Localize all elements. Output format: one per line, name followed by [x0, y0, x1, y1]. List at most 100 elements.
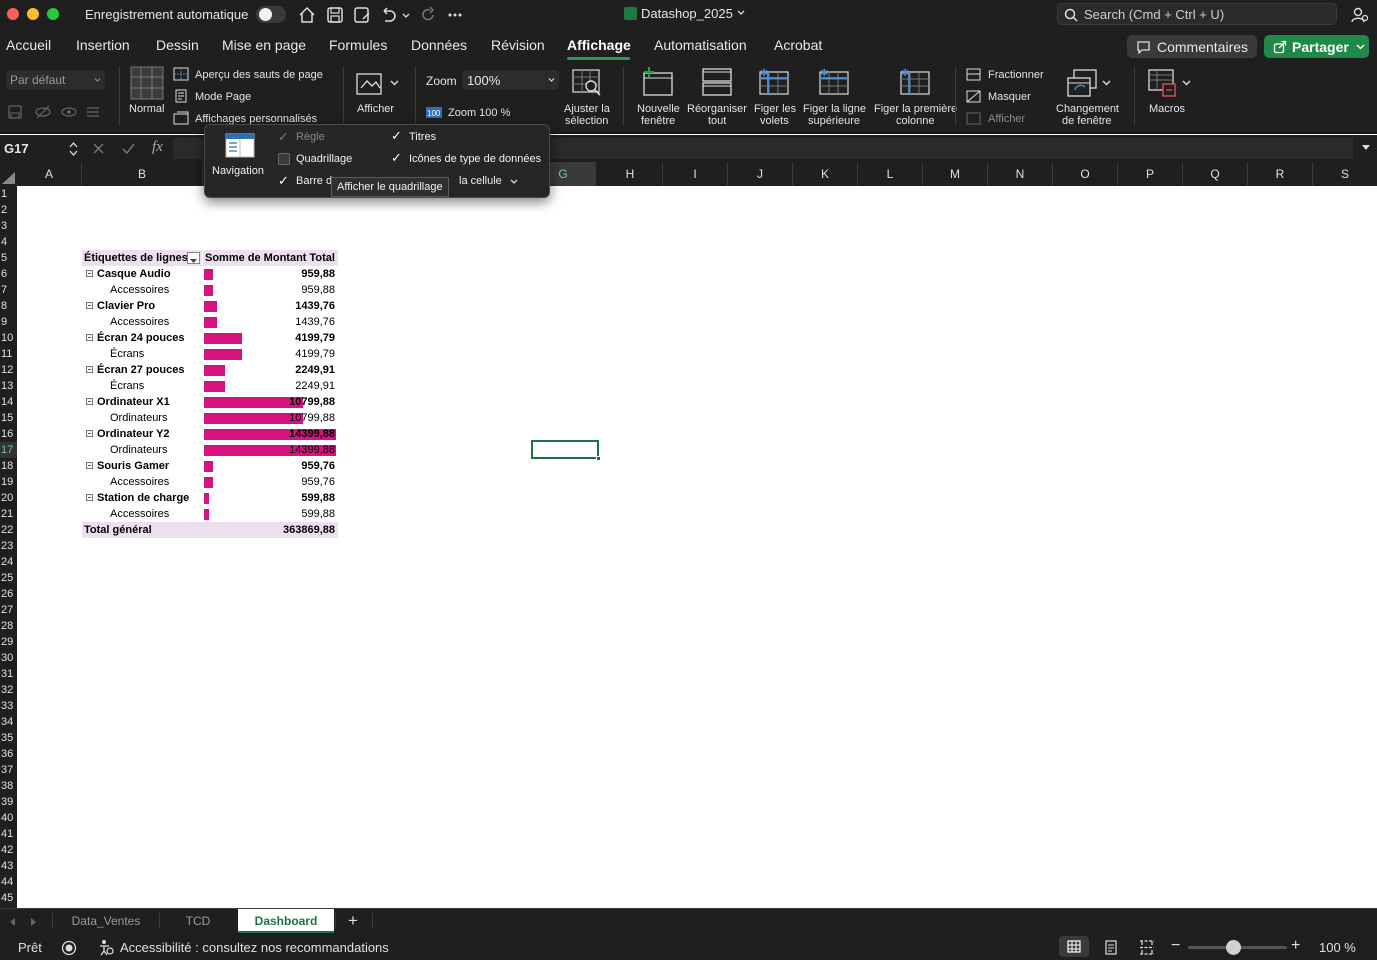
data-type-icons-checkbox[interactable]: ✓ — [391, 151, 403, 164]
freeze-first-column-label[interactable]: Figer la première — [874, 103, 957, 115]
row-header-45[interactable]: 45 — [0, 890, 17, 906]
arrange-all-label-2[interactable]: tout — [708, 115, 726, 127]
pivot-group-label[interactable]: Souris Gamer — [97, 458, 169, 474]
row-header-4[interactable]: 4 — [0, 234, 17, 250]
pivot-total-label[interactable]: Total général — [82, 522, 203, 538]
arrange-all-icon[interactable] — [701, 67, 733, 97]
column-header-b[interactable]: B — [82, 162, 203, 186]
freeze-top-row-label-2[interactable]: supérieure — [808, 115, 860, 127]
tab-donnees[interactable]: Données — [411, 37, 467, 53]
new-view-icon[interactable] — [60, 104, 78, 120]
sheet-tab-tcd[interactable]: TCD — [160, 909, 236, 933]
tab-acrobat[interactable]: Acrobat — [774, 37, 822, 53]
freeze-first-column-icon[interactable]: ✱ — [899, 66, 931, 96]
cell-option-label[interactable]: la cellule — [459, 175, 502, 187]
row-header-42[interactable]: 42 — [0, 842, 17, 858]
pivot-value[interactable]: 959,88 — [203, 266, 335, 282]
row-header-33[interactable]: 33 — [0, 698, 17, 714]
zoom-to-selection-label[interactable]: Ajuster la — [564, 103, 610, 115]
minimize-window-button[interactable] — [27, 8, 39, 20]
share-button[interactable]: Partager — [1264, 35, 1369, 58]
pivot-value[interactable]: 599,88 — [203, 506, 335, 522]
pivot-total-value[interactable]: 363869,88 — [203, 522, 338, 538]
column-header-m[interactable]: M — [923, 162, 988, 186]
column-header-j[interactable]: J — [728, 162, 793, 186]
autosave-toggle[interactable] — [256, 6, 286, 23]
collapse-button[interactable] — [86, 270, 93, 277]
name-box[interactable]: G17 — [3, 138, 79, 159]
zoom-out-button[interactable]: − — [1171, 937, 1180, 955]
pivot-value[interactable]: 1439,76 — [203, 314, 335, 330]
pivot-value[interactable]: 959,76 — [203, 474, 335, 490]
row-header-28[interactable]: 28 — [0, 618, 17, 634]
freeze-panes-label[interactable]: Figer les — [754, 103, 796, 115]
row-header-24[interactable]: 24 — [0, 554, 17, 570]
select-all-button[interactable] — [2, 172, 15, 184]
row-header-35[interactable]: 35 — [0, 730, 17, 746]
row-header-36[interactable]: 36 — [0, 746, 17, 762]
headings-checkbox[interactable]: ✓ — [391, 129, 403, 142]
new-window-label[interactable]: Nouvelle — [637, 103, 680, 115]
column-header-l[interactable]: L — [858, 162, 923, 186]
row-header-5[interactable]: 5 — [0, 250, 17, 266]
pivot-value[interactable]: 959,88 — [203, 282, 335, 298]
navigation-button[interactable]: Navigation — [212, 165, 264, 177]
view-options-icon[interactable] — [85, 104, 101, 120]
pivot-header-row-labels[interactable]: Étiquettes de lignes — [82, 250, 202, 266]
home-icon[interactable] — [297, 5, 317, 25]
tab-automatisation[interactable]: Automatisation — [654, 37, 747, 53]
show-button[interactable]: Afficher — [357, 103, 394, 115]
pivot-item-label[interactable]: Ordinateurs — [110, 442, 167, 458]
show-icon[interactable] — [355, 70, 385, 98]
column-header-h[interactable]: H — [598, 162, 663, 186]
row-header-29[interactable]: 29 — [0, 634, 17, 650]
comments-button[interactable]: Commentaires — [1127, 35, 1257, 58]
freeze-panes-label-2[interactable]: volets — [760, 115, 789, 127]
new-window-label-2[interactable]: fenêtre — [641, 115, 675, 127]
formula-bar-checkbox[interactable]: ✓ — [278, 174, 290, 187]
zoom-in-button[interactable]: + — [1291, 937, 1300, 955]
pivot-value[interactable]: 2249,91 — [203, 362, 335, 378]
row-header-9[interactable]: 9 — [0, 314, 17, 330]
row-header-6[interactable]: 6 — [0, 266, 17, 282]
pivot-value[interactable]: 4199,79 — [203, 330, 335, 346]
row-header-37[interactable]: 37 — [0, 762, 17, 778]
switch-windows-label-2[interactable]: de fenêtre — [1062, 115, 1112, 127]
pivot-group-label[interactable]: Casque Audio — [97, 266, 171, 282]
row-header-8[interactable]: 8 — [0, 298, 17, 314]
pivot-value[interactable]: 14399,88 — [203, 442, 335, 458]
row-header-34[interactable]: 34 — [0, 714, 17, 730]
collapse-button[interactable] — [86, 334, 93, 341]
row-header-16[interactable]: 16 — [0, 426, 17, 442]
zoom-to-selection-icon[interactable] — [571, 68, 603, 98]
column-header-o[interactable]: O — [1053, 162, 1118, 186]
freeze-first-column-label-2[interactable]: colonne — [896, 115, 935, 127]
search-input[interactable] — [1084, 6, 1334, 23]
page-break-preview-button[interactable]: Aperçu des sauts de page — [195, 69, 323, 81]
pivot-group-label[interactable]: Clavier Pro — [97, 298, 155, 314]
row-header-21[interactable]: 21 — [0, 506, 17, 522]
column-header-i[interactable]: I — [663, 162, 728, 186]
row-header-41[interactable]: 41 — [0, 826, 17, 842]
worksheet-grid[interactable]: ABGHIJKLMNOPQRS 1 2 3 4 5 6 7 8 9 10 11 12 13 14 15 16 1… — [0, 162, 1377, 908]
tab-formules[interactable]: Formules — [329, 37, 387, 53]
collapse-button[interactable] — [86, 366, 93, 373]
new-window-icon[interactable] — [641, 67, 675, 97]
freeze-top-row-label[interactable]: Figer la ligne — [803, 103, 866, 115]
redo-icon[interactable] — [418, 5, 438, 25]
document-title[interactable]: Datashop_2025 — [624, 6, 746, 21]
name-box-stepper-icon[interactable] — [69, 140, 78, 158]
pivot-group-label[interactable]: Écran 24 pouces — [97, 330, 184, 346]
pivot-group-label[interactable]: Station de charge — [97, 490, 189, 506]
row-header-31[interactable]: 31 — [0, 666, 17, 682]
pivot-item-label[interactable]: Ordinateurs — [110, 410, 167, 426]
tab-mise-en-page[interactable]: Mise en page — [222, 37, 306, 53]
row-header-17[interactable]: 17 — [0, 442, 17, 458]
zoom-percentage[interactable]: 100 % — [1319, 940, 1356, 955]
zoom-slider-thumb[interactable] — [1226, 940, 1241, 955]
macros-button[interactable]: Macros — [1149, 103, 1185, 115]
save-view-icon[interactable] — [7, 104, 23, 120]
pivot-value[interactable]: 1439,76 — [203, 298, 335, 314]
zoom-100-button[interactable]: Zoom 100 % — [448, 107, 510, 119]
pivot-item-label[interactable]: Accessoires — [110, 282, 169, 298]
